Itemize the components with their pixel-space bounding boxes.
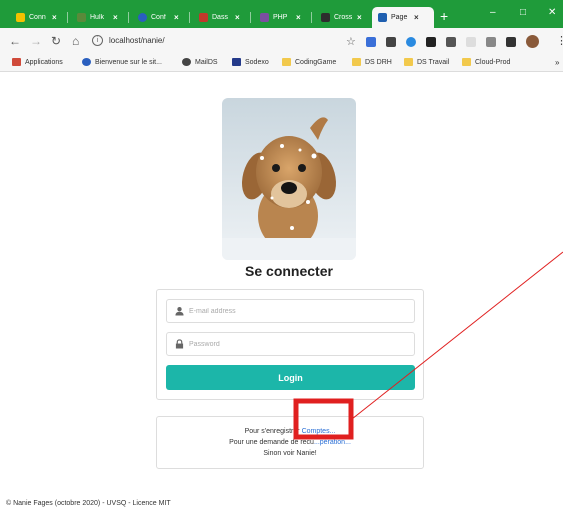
bookmark-applications[interactable]: Applications xyxy=(12,58,63,66)
globe-icon xyxy=(82,58,91,66)
extension-icon[interactable] xyxy=(426,37,436,47)
tab-favicon xyxy=(77,13,86,22)
tab-label: Conn xyxy=(29,14,46,21)
login-form: Login xyxy=(156,289,424,400)
close-icon[interactable]: × xyxy=(174,13,179,22)
close-icon[interactable]: × xyxy=(296,13,301,22)
login-button[interactable]: Login xyxy=(166,365,415,390)
folder-icon xyxy=(462,58,471,66)
register-text: Pour s'enregistrer xyxy=(244,428,300,435)
tab-6[interactable]: Cross × xyxy=(315,7,373,28)
extension-icon[interactable] xyxy=(446,37,456,47)
extension-icon[interactable] xyxy=(366,37,376,47)
tab-favicon xyxy=(260,13,269,22)
info-box: Pour s'enregistrer Comptes... Pour une d… xyxy=(156,416,424,469)
tab-strip: Conn × Hulk × Conf × Dass × PHP × Cross … xyxy=(0,0,563,28)
password-field[interactable] xyxy=(166,332,415,356)
bookmark-codinggame[interactable]: CodingGame xyxy=(282,58,336,66)
new-tab-button[interactable]: + xyxy=(440,9,448,23)
close-icon[interactable]: × xyxy=(113,13,118,22)
reload-icon[interactable]: ↻ xyxy=(51,35,61,47)
bookmark-label: MailDS xyxy=(195,58,218,66)
folder-icon xyxy=(282,58,291,66)
extension-icon[interactable] xyxy=(466,37,476,47)
bookmark-label: Applications xyxy=(25,58,63,66)
bookmark-label: CodingGame xyxy=(295,58,337,66)
forward-icon[interactable]: → xyxy=(30,35,42,47)
recovery-line: Pour une demande de recu...pération... xyxy=(157,439,423,446)
tab-favicon xyxy=(199,13,208,22)
folder-icon xyxy=(352,58,361,66)
settings-icon xyxy=(182,58,191,66)
otherwise-text: Sinon voir Nanie! xyxy=(263,450,317,457)
sodexo-icon xyxy=(232,58,241,66)
bookmark-label: Bienvenue sur le sit... xyxy=(95,58,162,66)
close-window-button[interactable]: ✕ xyxy=(548,7,556,18)
tab-7-active[interactable]: Page × xyxy=(372,7,434,28)
register-link[interactable]: Comptes... xyxy=(302,428,336,435)
extension-icon[interactable] xyxy=(486,37,496,47)
extension-icon[interactable] xyxy=(406,37,416,47)
recovery-link[interactable]: ...pération... xyxy=(314,439,351,446)
tab-4[interactable]: Dass × xyxy=(193,7,251,28)
bookmark-cloud-prod[interactable]: Cloud-Prod xyxy=(462,58,510,66)
apps-icon xyxy=(12,58,21,66)
tab-favicon xyxy=(16,13,25,22)
tab-favicon xyxy=(138,13,147,22)
tab-favicon xyxy=(321,13,330,22)
tab-label: Cross xyxy=(334,14,352,21)
tab-label: Hulk xyxy=(90,14,105,21)
maximize-button[interactable]: □ xyxy=(520,7,526,18)
password-input[interactable] xyxy=(189,336,409,352)
folder-icon xyxy=(404,58,413,66)
tab-label: Conf xyxy=(151,14,166,21)
tab-3[interactable]: Conf × xyxy=(132,7,190,28)
bookmark-mailds[interactable]: MailDS xyxy=(182,58,218,66)
bookmark-ds-drh[interactable]: DS DRH xyxy=(352,58,392,66)
tab-5[interactable]: PHP × xyxy=(254,7,312,28)
bookmark-ds-travail[interactable]: DS Travail xyxy=(404,58,449,66)
tab-favicon xyxy=(378,13,387,22)
email-input[interactable] xyxy=(189,303,409,319)
avatar[interactable] xyxy=(526,35,539,48)
close-icon[interactable]: × xyxy=(414,13,419,22)
browser-toolbar: ← → ↻ ⌂ i localhost/nanie/ ☆ ⋮ xyxy=(0,28,563,56)
puzzle-icon[interactable] xyxy=(506,37,516,47)
bookmark-label: DS DRH xyxy=(365,58,392,66)
close-icon[interactable]: × xyxy=(357,13,362,22)
puppy-photo xyxy=(222,98,356,260)
home-icon[interactable]: ⌂ xyxy=(72,35,79,47)
bookmarks-bar: Applications Bienvenue sur le sit... Mai… xyxy=(0,56,563,72)
bookmark-bienvenue[interactable]: Bienvenue sur le sit... xyxy=(82,58,162,66)
lock-icon xyxy=(175,339,184,349)
tab-2[interactable]: Hulk × xyxy=(71,7,129,28)
user-icon xyxy=(175,307,184,316)
register-line: Pour s'enregistrer Comptes... xyxy=(157,428,423,435)
recovery-text: Pour une demande de recu xyxy=(229,439,314,446)
more-bookmarks-icon[interactable]: » xyxy=(555,58,559,67)
footer-copyright: © Nanie Fages (octobre 2020) - UVSQ - Li… xyxy=(6,500,171,507)
close-icon[interactable]: × xyxy=(235,13,240,22)
back-icon[interactable]: ← xyxy=(9,35,21,47)
bookmark-label: DS Travail xyxy=(417,58,450,66)
page-title: Se connecter xyxy=(245,263,333,279)
extension-icon[interactable] xyxy=(386,37,396,47)
bookmark-sodexo[interactable]: Sodexo xyxy=(232,58,269,66)
tab-1[interactable]: Conn × xyxy=(10,7,68,28)
bookmark-star-icon[interactable]: ☆ xyxy=(346,35,356,48)
email-field[interactable] xyxy=(166,299,415,323)
address-bar[interactable]: i localhost/nanie/ xyxy=(92,34,368,50)
menu-icon[interactable]: ⋮ xyxy=(556,34,563,47)
tab-label: PHP xyxy=(273,14,288,21)
info-icon[interactable]: i xyxy=(92,35,103,46)
url-text: localhost/nanie/ xyxy=(109,36,165,45)
tab-label: Page xyxy=(391,14,408,21)
bookmark-label: Cloud-Prod xyxy=(475,58,511,66)
close-icon[interactable]: × xyxy=(52,13,57,22)
minimize-button[interactable]: – xyxy=(490,7,496,18)
tab-label: Dass xyxy=(212,14,228,21)
bookmark-label: Sodexo xyxy=(245,58,269,66)
